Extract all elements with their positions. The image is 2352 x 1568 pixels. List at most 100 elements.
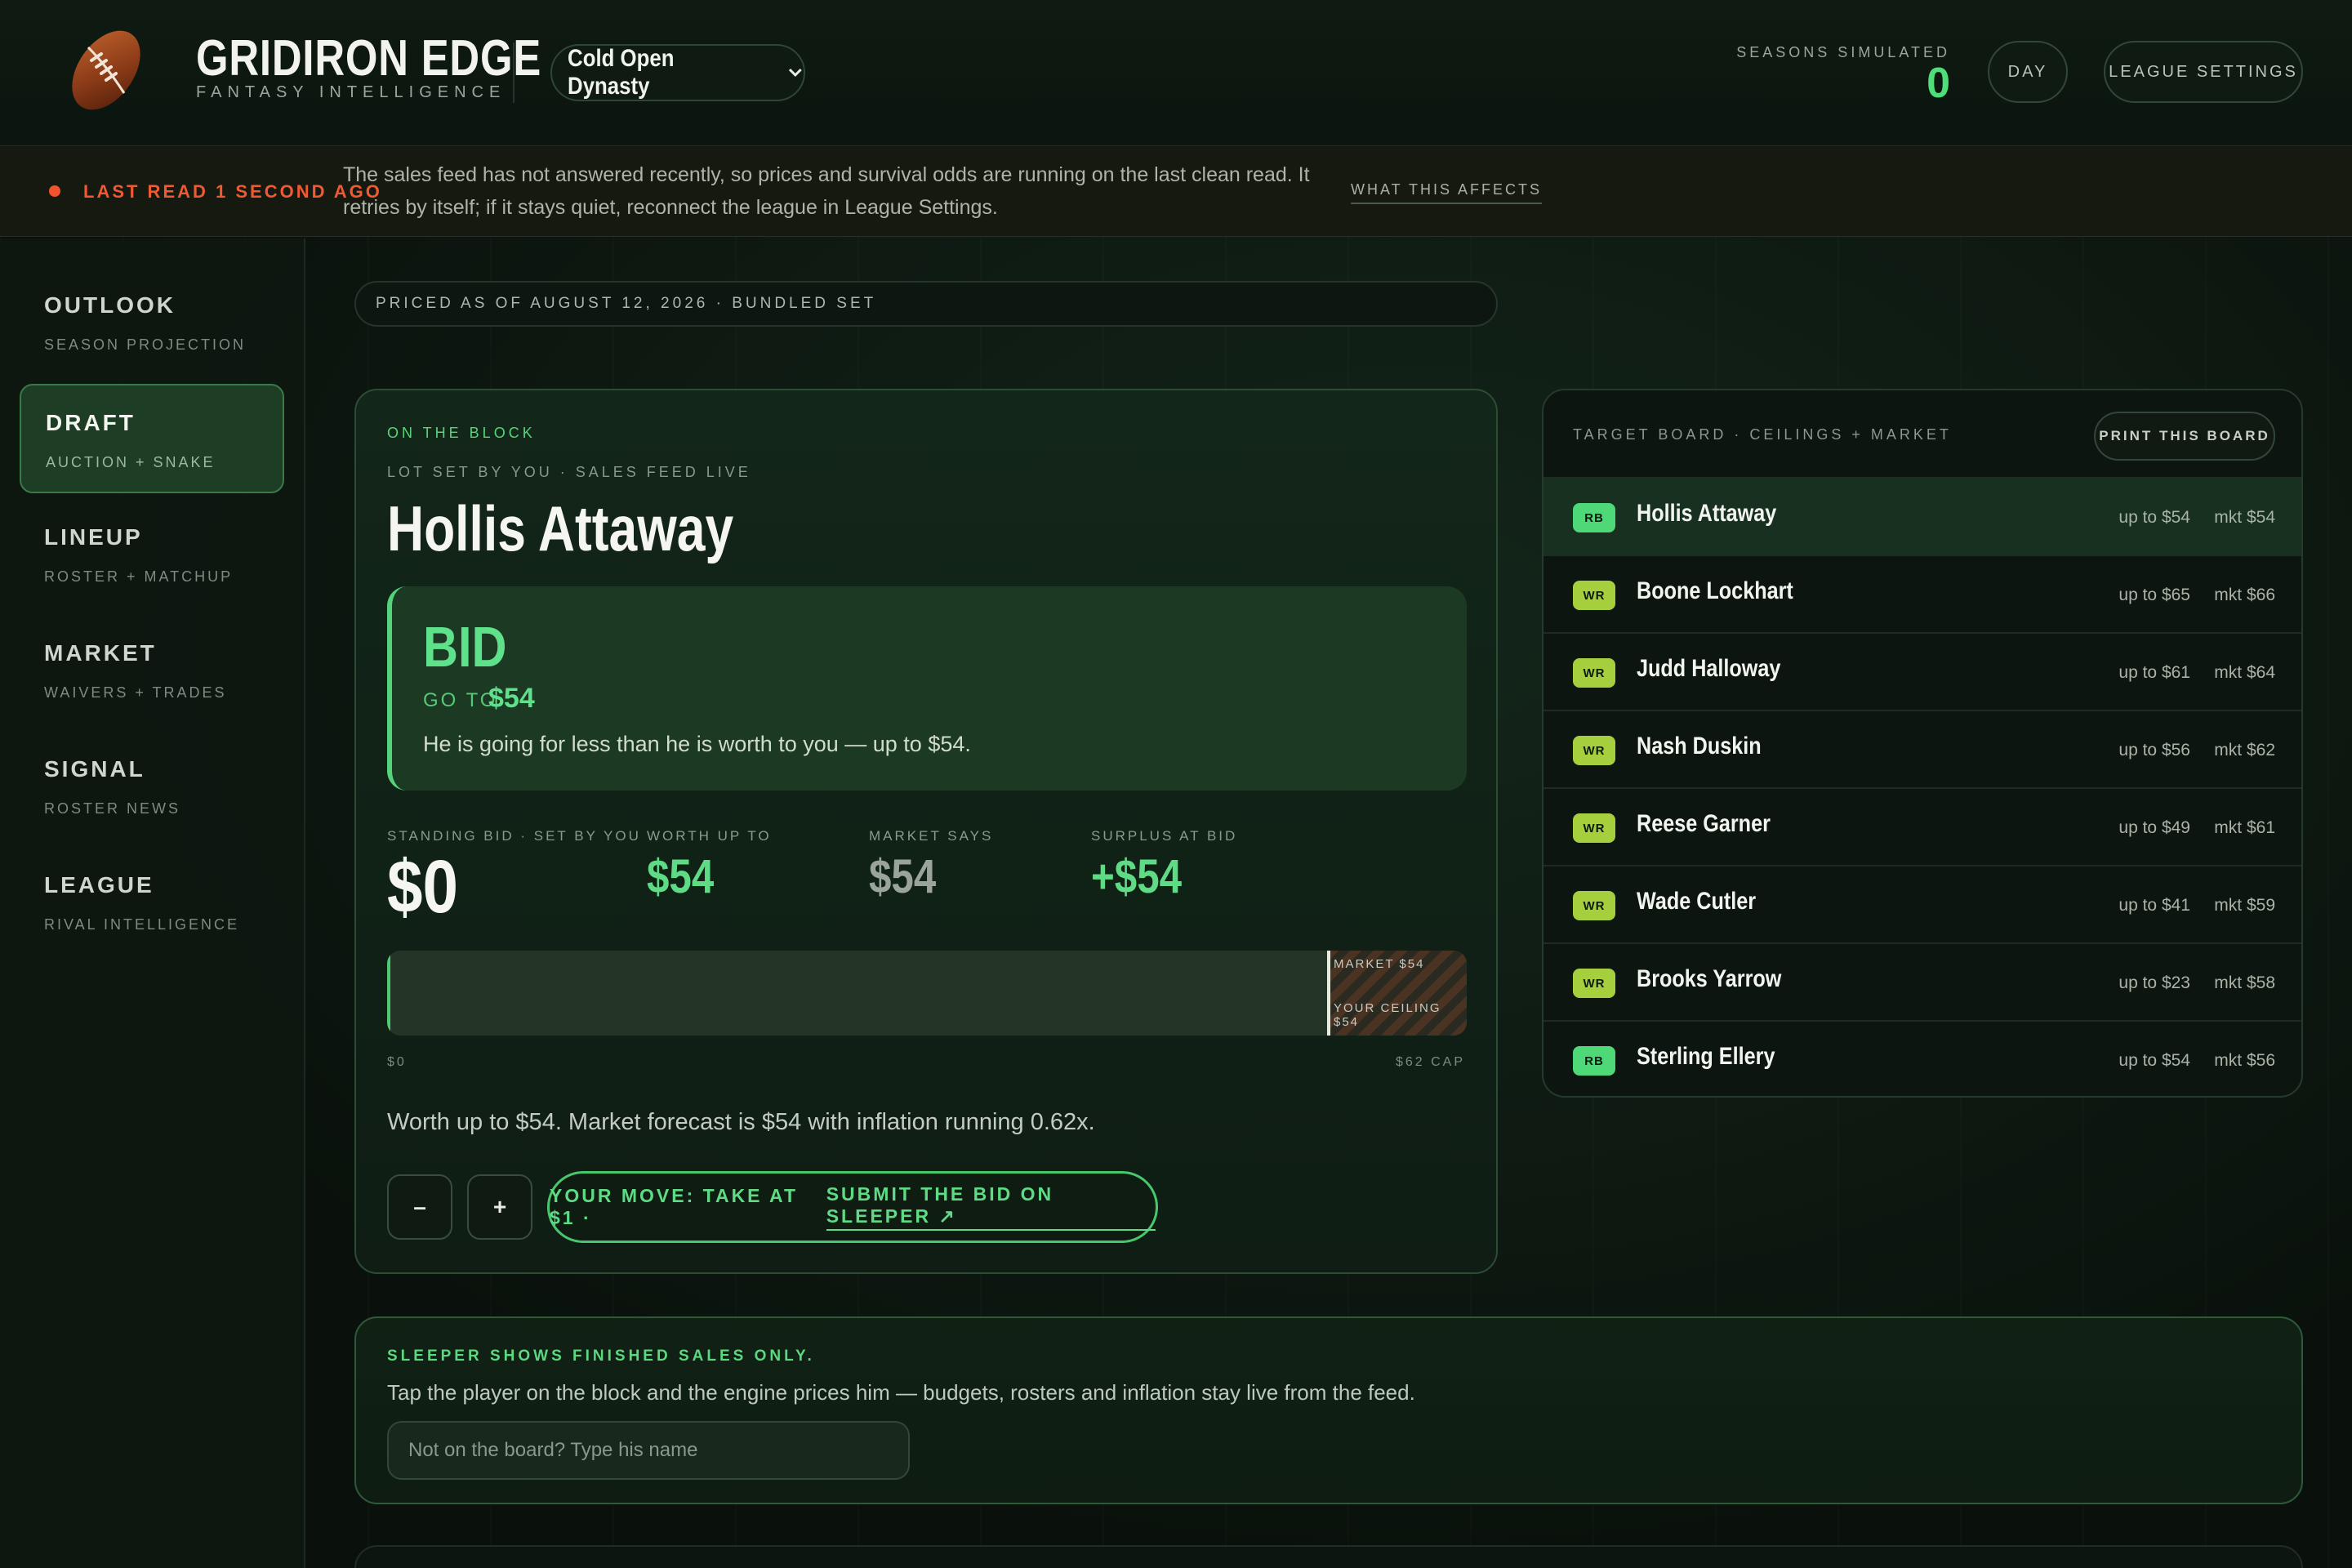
- board-player-name: Hollis Attaway: [1637, 500, 1777, 527]
- board-player-name: Boone Lockhart: [1637, 577, 1793, 604]
- sidebar-item-subtitle: WAIVERS + TRADES: [44, 684, 227, 701]
- stat-label: WORTH UP TO: [647, 828, 772, 844]
- sidebar-item-subtitle: ROSTER + MATCHUP: [44, 568, 234, 585]
- position-badge: WR: [1573, 891, 1615, 920]
- sidebar-item-signal[interactable]: SIGNAL ROSTER NEWS: [20, 732, 284, 841]
- alert-label: LAST READ 1 SECOND AGO: [83, 181, 382, 202]
- priced-as-of-badge: PRICED AS OF AUGUST 12, 2026 · BUNDLED S…: [354, 281, 1498, 327]
- player-name-input[interactable]: [387, 1421, 910, 1480]
- target-board-row[interactable]: WR Judd Halloway up to $61 mkt $64: [1544, 634, 2301, 711]
- board-market: mkt $56: [2214, 1051, 2275, 1070]
- board-ceiling: up to $54: [2118, 1051, 2190, 1070]
- target-board-row[interactable]: WR Boone Lockhart up to $65 mkt $66: [1544, 556, 2301, 634]
- board-market: mkt $64: [2214, 663, 2275, 682]
- chevron-down-icon: [789, 69, 803, 78]
- on-the-block-label: ON THE BLOCK: [387, 425, 536, 441]
- stat-value: $0: [387, 845, 458, 929]
- go-to-label: GO TO: [423, 689, 498, 711]
- sidebar-item-market[interactable]: MARKET WAIVERS + TRADES: [20, 616, 284, 725]
- position-badge: WR: [1573, 581, 1615, 610]
- board-ceiling: up to $49: [2118, 818, 2190, 837]
- standing-bid-marker: [387, 951, 390, 1036]
- sidebar-item-title: MARKET: [44, 640, 157, 666]
- sidebar-item-title: LINEUP: [44, 524, 143, 550]
- target-board-title: TARGET BOARD · CEILINGS + MARKET: [1573, 426, 1952, 443]
- sidebar-item-subtitle: RIVAL INTELLIGENCE: [44, 916, 240, 933]
- board-ceiling: up to $56: [2118, 741, 2190, 760]
- board-market: mkt $54: [2214, 508, 2275, 527]
- increase-bid-button[interactable]: +: [467, 1174, 532, 1240]
- on-the-block-card: ON THE BLOCK LOT SET BY YOU · SALES FEED…: [354, 389, 1498, 1274]
- position-badge: RB: [1573, 1046, 1615, 1076]
- go-to-value: $54: [488, 683, 535, 714]
- target-board: TARGET BOARD · CEILINGS + MARKET PRINT T…: [1542, 389, 2303, 1098]
- board-market: mkt $62: [2214, 741, 2275, 760]
- print-board-button[interactable]: PRINT THIS BOARD: [2094, 412, 2275, 461]
- bid-verdict: BID: [423, 615, 507, 679]
- worth-summary: Worth up to $54. Market forecast is $54 …: [387, 1109, 1095, 1135]
- submit-bid-button[interactable]: YOUR MOVE: TAKE AT $1 · SUBMIT THE BID O…: [547, 1171, 1158, 1243]
- sidebar-item-lineup[interactable]: LINEUP ROSTER + MATCHUP: [20, 500, 284, 609]
- sidebar-item-title: LEAGUE: [44, 872, 154, 898]
- stat-worth-up-to: WORTH UP TO $54: [647, 828, 772, 904]
- day-mode-button[interactable]: DAY: [1988, 41, 2068, 103]
- position-badge: WR: [1573, 969, 1615, 998]
- stat-label: STANDING BID · SET BY YOU: [387, 828, 641, 844]
- player-name: Hollis Attaway: [387, 492, 734, 564]
- league-selector[interactable]: Cold Open Dynasty: [550, 44, 805, 101]
- sidebar-nav: OUTLOOK SEASON PROJECTION DRAFT AUCTION …: [0, 238, 305, 1568]
- stat-label: SURPLUS AT BID: [1091, 828, 1238, 844]
- sidebar-item-subtitle: SEASON PROJECTION: [44, 336, 247, 353]
- football-logo-icon: [72, 30, 140, 110]
- next-section-card: [354, 1545, 2303, 1568]
- board-player-name: Judd Halloway: [1637, 655, 1781, 682]
- sidebar-item-outlook[interactable]: OUTLOOK SEASON PROJECTION: [20, 268, 284, 377]
- header-divider: [513, 42, 514, 103]
- move-text: YOUR MOVE: TAKE AT $1 ·: [550, 1185, 799, 1228]
- target-board-row[interactable]: RB Sterling Ellery up to $54 mkt $56: [1544, 1022, 2301, 1096]
- stat-standing-bid: STANDING BID · SET BY YOU $0: [387, 828, 641, 930]
- ceiling-marker-label: YOUR CEILING $54: [1334, 1001, 1441, 1029]
- position-badge: WR: [1573, 813, 1615, 843]
- sleeper-notice-label: SLEEPER SHOWS FINISHED SALES ONLY.: [387, 1348, 815, 1365]
- market-marker-label: MARKET $54: [1334, 957, 1425, 971]
- sidebar-item-title: OUTLOOK: [44, 292, 176, 318]
- target-board-header: TARGET BOARD · CEILINGS + MARKET PRINT T…: [1544, 390, 2301, 479]
- seasons-simulated-value: 0: [1927, 60, 1950, 107]
- stat-value: $54: [869, 850, 937, 903]
- league-name: Cold Open Dynasty: [568, 45, 675, 100]
- board-player-name: Sterling Ellery: [1637, 1043, 1775, 1070]
- league-settings-button[interactable]: LEAGUE SETTINGS: [2104, 41, 2303, 103]
- position-badge: RB: [1573, 503, 1615, 532]
- bid-explanation: He is going for less than he is worth to…: [423, 732, 971, 756]
- board-market: mkt $66: [2214, 586, 2275, 604]
- sidebar-item-title: DRAFT: [46, 410, 136, 435]
- stat-market-says: MARKET SAYS $54: [869, 828, 993, 904]
- target-board-row[interactable]: WR Brooks Yarrow up to $23 mkt $58: [1544, 944, 2301, 1022]
- what-this-affects-link[interactable]: WHAT THIS AFFECTS: [1351, 181, 1543, 204]
- decrease-bid-button[interactable]: –: [387, 1174, 452, 1240]
- board-market: mkt $59: [2214, 896, 2275, 915]
- target-board-row[interactable]: WR Nash Duskin up to $56 mkt $62: [1544, 711, 2301, 789]
- alert-message: The sales feed has not answered recently…: [343, 163, 1310, 219]
- sidebar-item-draft[interactable]: DRAFT AUCTION + SNAKE: [20, 384, 284, 493]
- submit-on-sleeper-link[interactable]: SUBMIT THE BID ON SLEEPER ↗: [826, 1183, 1156, 1231]
- price-range-bar: MARKET $54 YOUR CEILING $54: [387, 951, 1467, 1036]
- alert-status-dot: [49, 185, 60, 197]
- sidebar-item-subtitle: AUCTION + SNAKE: [46, 454, 216, 470]
- lot-source-label: LOT SET BY YOU · SALES FEED LIVE: [387, 464, 751, 480]
- stat-label: MARKET SAYS: [869, 828, 994, 844]
- position-badge: WR: [1573, 658, 1615, 688]
- target-board-row[interactable]: WR Reese Garner up to $49 mkt $61: [1544, 789, 2301, 866]
- target-board-row[interactable]: RB Hollis Attaway up to $54 mkt $54: [1544, 479, 2301, 556]
- board-ceiling: up to $65: [2118, 586, 2190, 604]
- target-board-row[interactable]: WR Wade Cutler up to $41 mkt $59: [1544, 866, 2301, 944]
- sidebar-item-subtitle: ROSTER NEWS: [44, 800, 181, 817]
- range-max-label: $62 CAP: [1395, 1055, 1465, 1069]
- board-ceiling: up to $54: [2118, 508, 2190, 527]
- board-market: mkt $58: [2214, 973, 2275, 992]
- sidebar-item-title: SIGNAL: [44, 756, 145, 782]
- bid-recommendation: BID GO TO $54 He is going for less than …: [387, 586, 1467, 791]
- board-ceiling: up to $41: [2118, 896, 2190, 915]
- sidebar-item-league[interactable]: LEAGUE RIVAL INTELLIGENCE: [20, 848, 284, 957]
